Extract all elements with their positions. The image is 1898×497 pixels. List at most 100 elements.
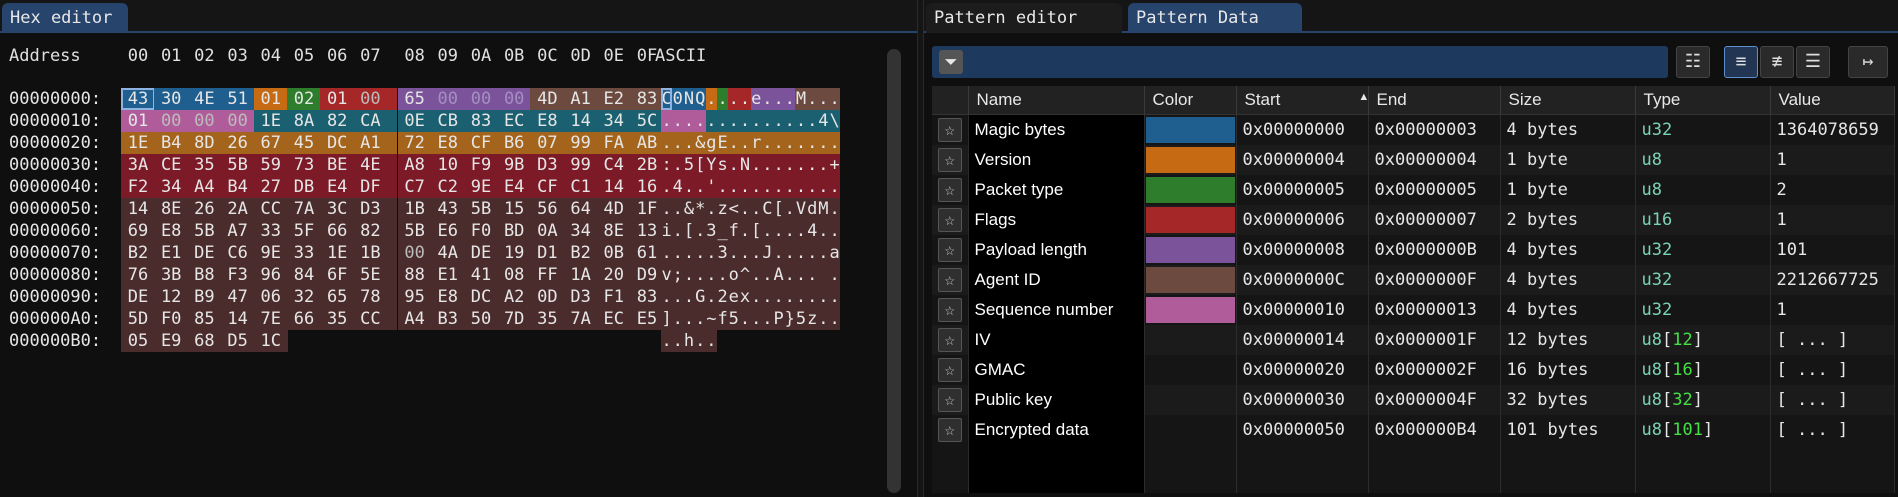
hex-scrollbar[interactable]	[887, 49, 901, 493]
hex-byte[interactable]: 2A	[220, 198, 255, 220]
hex-byte[interactable]: 5E	[353, 264, 398, 286]
hex-byte[interactable]: 20	[596, 264, 631, 286]
ascii-char[interactable]: .	[784, 88, 796, 110]
ascii-char[interactable]: C	[661, 88, 673, 110]
star-icon[interactable]: ☆	[937, 147, 962, 172]
hex-byte[interactable]: 1A	[563, 264, 598, 286]
hex-byte[interactable]: 15	[497, 198, 532, 220]
tab-pattern-editor[interactable]: Pattern editor	[926, 3, 1122, 33]
hex-byte[interactable]: 83	[630, 286, 664, 308]
ascii-char[interactable]: .	[717, 110, 729, 132]
hex-byte[interactable]: 33	[253, 220, 288, 242]
hex-byte[interactable]: 12	[154, 286, 189, 308]
ascii-char[interactable]: 3	[705, 220, 717, 242]
hex-byte[interactable]: 5B	[187, 220, 222, 242]
hex-byte[interactable]: E8	[430, 286, 465, 308]
hex-byte[interactable]: 00	[464, 88, 498, 110]
ascii-char[interactable]: e	[750, 88, 762, 110]
hex-byte[interactable]: CF	[464, 132, 498, 154]
ascii-char[interactable]: .	[773, 242, 785, 264]
tab-pattern-data[interactable]: Pattern Data	[1128, 3, 1302, 33]
hex-byte[interactable]: 88	[397, 264, 432, 286]
ascii-char[interactable]: .	[717, 88, 729, 110]
hex-byte[interactable]: 50	[464, 308, 498, 330]
hex-byte[interactable]: 45	[287, 132, 321, 154]
hex-byte[interactable]: 0B	[596, 242, 631, 264]
ascii-char[interactable]: .	[728, 132, 740, 154]
ascii-char[interactable]: .	[829, 132, 841, 154]
hex-byte[interactable]: 78	[353, 286, 398, 308]
hex-byte[interactable]: C6	[220, 242, 255, 264]
ascii-char[interactable]: .	[683, 264, 695, 286]
ascii-char[interactable]: .	[661, 330, 673, 352]
ascii-char[interactable]: +	[829, 154, 841, 176]
ascii-char[interactable]: .	[829, 220, 841, 242]
ascii-char[interactable]	[817, 264, 829, 286]
hex-byte[interactable]: 13	[630, 220, 664, 242]
ascii-char[interactable]: .	[761, 264, 773, 286]
pattern-row[interactable]: ☆ GMAC 0x00000020 0x0000002F 16 bytes u8[16][…	[932, 354, 1895, 385]
hex-byte[interactable]: DE	[464, 242, 498, 264]
ascii-char[interactable]: .	[784, 132, 796, 154]
hex-byte[interactable]: E2	[596, 88, 631, 110]
hex-byte[interactable]: 35	[530, 308, 565, 330]
col-start[interactable]: Start ▲	[1236, 86, 1369, 115]
ascii-char[interactable]: *	[694, 198, 706, 220]
ascii-char[interactable]: .	[761, 154, 773, 176]
hex-byte[interactable]: E1	[154, 242, 189, 264]
ascii-char[interactable]: .	[773, 110, 785, 132]
ascii-char[interactable]: .	[683, 132, 695, 154]
hex-byte[interactable]: D3	[353, 198, 398, 220]
ascii-char[interactable]: .	[817, 286, 829, 308]
hex-byte[interactable]: D1	[530, 242, 565, 264]
star-icon[interactable]: ☆	[937, 177, 962, 202]
hex-byte[interactable]: 4D	[530, 88, 565, 110]
hex-byte[interactable]: D3	[530, 154, 565, 176]
ascii-char[interactable]: '	[705, 176, 717, 198]
hex-byte[interactable]: 43	[121, 88, 155, 110]
ascii-char[interactable]: 2	[717, 286, 729, 308]
hex-byte[interactable]: 34	[596, 110, 631, 132]
ascii-char[interactable]: 0	[672, 88, 684, 110]
ascii-char[interactable]: .	[750, 176, 762, 198]
pattern-row[interactable]: ☆ Version 0x00000004 0x00000004 1 byte u8 1	[932, 144, 1895, 175]
ascii-char[interactable]: .	[761, 176, 773, 198]
hex-byte[interactable]: 2B	[630, 154, 664, 176]
ascii-char[interactable]: .	[694, 308, 706, 330]
ascii-char[interactable]: .	[829, 264, 841, 286]
ascii-char[interactable]: .	[773, 220, 785, 242]
hex-byte[interactable]: 51	[220, 88, 255, 110]
hex-byte[interactable]: B2	[563, 242, 598, 264]
hex-byte[interactable]: CC	[353, 308, 398, 330]
ascii-char[interactable]: [	[683, 220, 695, 242]
ascii-char[interactable]: .	[750, 110, 762, 132]
ascii-char[interactable]: .	[817, 154, 829, 176]
hex-byte[interactable]: DE	[187, 242, 222, 264]
ascii-char[interactable]: ;	[672, 264, 684, 286]
ascii-char[interactable]: v	[661, 264, 673, 286]
hex-byte[interactable]: E4	[497, 176, 532, 198]
hex-byte[interactable]: F0	[154, 308, 189, 330]
ascii-char[interactable]: .	[761, 88, 773, 110]
pattern-row[interactable]: ☆ Agent ID 0x0000000C 0x0000000F 4 bytes u32 2…	[932, 264, 1895, 295]
ascii-char[interactable]: .	[705, 110, 717, 132]
pattern-row[interactable]: ☆ Encrypted data 0x00000050 0x000000B4 101 b…	[932, 414, 1895, 445]
ascii-char[interactable]: .	[694, 220, 706, 242]
hex-byte[interactable]: B4	[154, 132, 189, 154]
ascii-char[interactable]: .	[672, 110, 684, 132]
hex-byte[interactable]: 33	[287, 242, 321, 264]
pattern-row[interactable]: ☆ Payload length 0x00000008 0x0000000B 4 byt…	[932, 234, 1895, 265]
ascii-char[interactable]: V	[795, 198, 807, 220]
ascii-char[interactable]: }	[784, 308, 796, 330]
ascii-char[interactable]: .	[750, 154, 762, 176]
ascii-char[interactable]: .	[672, 154, 684, 176]
ascii-char[interactable]: M	[795, 88, 807, 110]
ascii-char[interactable]: .	[829, 88, 841, 110]
ascii-char[interactable]: .	[761, 110, 773, 132]
ascii-char[interactable]: [	[773, 198, 785, 220]
ascii-char[interactable]: .	[661, 132, 673, 154]
ascii-char[interactable]: 5	[728, 308, 740, 330]
ascii-char[interactable]: .	[683, 286, 695, 308]
hex-byte[interactable]: 14	[220, 308, 255, 330]
ascii-char[interactable]: [	[750, 220, 762, 242]
